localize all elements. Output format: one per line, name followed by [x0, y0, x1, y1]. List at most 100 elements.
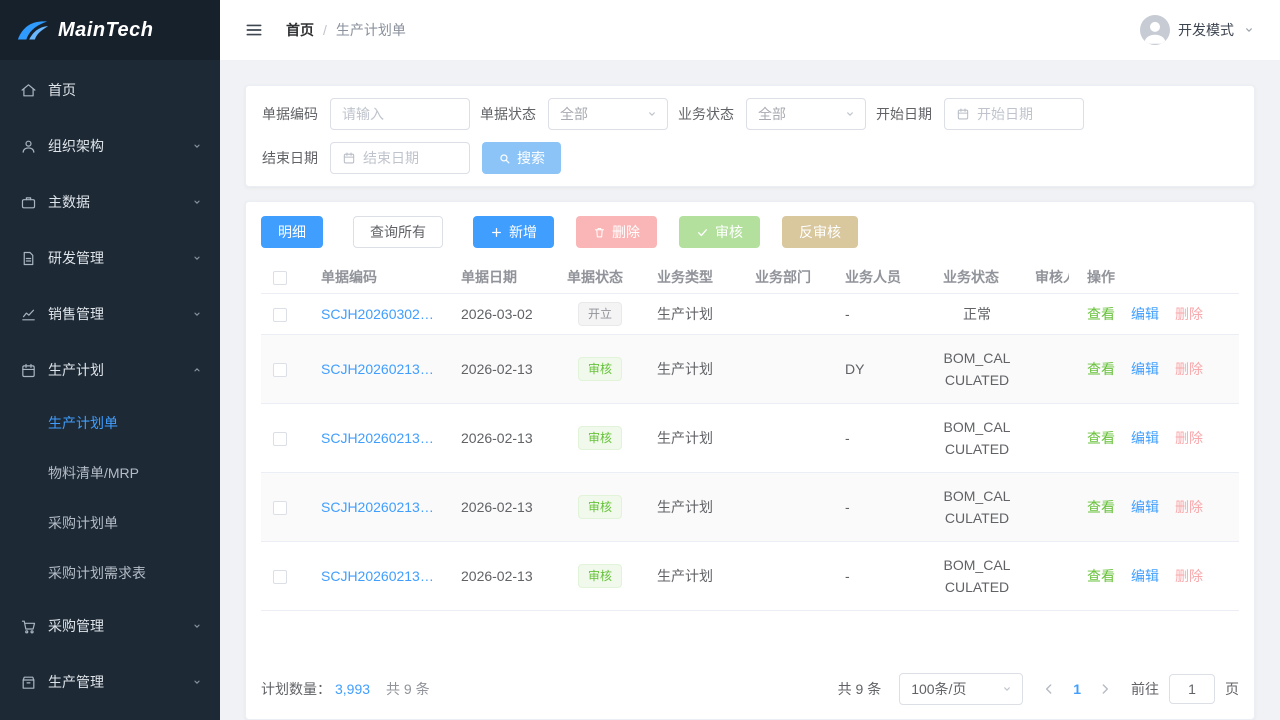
- org-user-icon: [20, 138, 37, 155]
- sidebar-subitem-purchase-plan-order[interactable]: 采购计划单: [0, 498, 220, 548]
- doc-code-link[interactable]: SCJH20260213002: [321, 568, 437, 584]
- breadcrumb-home[interactable]: 首页: [286, 20, 314, 40]
- chevron-down-icon: [190, 195, 204, 209]
- query-all-button[interactable]: 查询所有: [353, 216, 443, 248]
- view-link[interactable]: 查看: [1087, 306, 1115, 322]
- doc-code-link[interactable]: SCJH20260213003: [321, 499, 437, 515]
- edit-link[interactable]: 编辑: [1131, 306, 1159, 322]
- delete-link[interactable]: 删除: [1175, 430, 1203, 446]
- reverse-audit-button[interactable]: 反审核: [782, 216, 858, 248]
- doc-code-link[interactable]: SCJH20260302001: [321, 306, 437, 322]
- doc-status-select[interactable]: 全部: [548, 98, 668, 130]
- doc-status-label: 单据状态: [480, 104, 536, 124]
- edit-link[interactable]: 编辑: [1131, 361, 1159, 377]
- end-date-input[interactable]: 结束日期: [330, 142, 470, 174]
- end-date-label: 结束日期: [262, 148, 318, 168]
- chevron-down-icon: [1000, 682, 1014, 696]
- sub-item-label: 采购计划需求表: [48, 563, 146, 583]
- col-header-doc-date: 单据日期: [449, 261, 555, 294]
- box-icon: [20, 674, 37, 691]
- view-link[interactable]: 查看: [1087, 430, 1115, 446]
- sidebar-subitem-bom-mrp[interactable]: 物料清单/MRP: [0, 448, 220, 498]
- sidebar-item-organization[interactable]: 组织架构: [0, 118, 220, 174]
- sub-item-label: 采购计划单: [48, 513, 118, 533]
- row-checkbox[interactable]: [273, 363, 287, 377]
- add-button[interactable]: 新增: [473, 216, 554, 248]
- chevron-down-icon: [843, 107, 857, 121]
- sidebar-item-label: 首页: [48, 80, 204, 100]
- total-count-right: 共 9 条: [838, 679, 882, 699]
- user-icon: [1140, 15, 1170, 45]
- filter-panel: 单据编码 单据状态 全部 业务状态 全部: [245, 85, 1255, 187]
- goto-page-input[interactable]: [1169, 674, 1215, 704]
- sidebar-item-sales-management[interactable]: 销售管理: [0, 286, 220, 342]
- biz-status-select-value: 全部: [758, 104, 786, 124]
- sidebar-subitem-purchase-plan-demand[interactable]: 采购计划需求表: [0, 548, 220, 598]
- sidebar-subitem-production-plan-order[interactable]: 生产计划单: [0, 398, 220, 448]
- search-button[interactable]: 搜索: [482, 142, 561, 174]
- edit-link[interactable]: 编辑: [1131, 430, 1159, 446]
- sidebar-item-label: 销售管理: [48, 304, 179, 324]
- sidebar-item-label: 生产计划: [48, 360, 179, 380]
- sidebar-item-home[interactable]: 首页: [0, 62, 220, 118]
- biz-status: 正常: [931, 294, 1023, 335]
- sidebar-item-rd-management[interactable]: 研发管理: [0, 230, 220, 286]
- row-checkbox[interactable]: [273, 570, 287, 584]
- content: 单据编码 单据状态 全部 业务状态 全部: [220, 60, 1280, 720]
- delete-button[interactable]: 删除: [576, 216, 657, 248]
- view-link[interactable]: 查看: [1087, 499, 1115, 515]
- doc-code-label: 单据编码: [262, 104, 318, 124]
- doc-code-link[interactable]: SCJH20260213005: [321, 361, 437, 377]
- delete-link[interactable]: 删除: [1175, 306, 1203, 322]
- biz-type: 生产计划: [645, 473, 743, 542]
- audit-button[interactable]: 审核: [679, 216, 760, 248]
- filter-row-2: 结束日期 结束日期 搜索: [262, 142, 1238, 174]
- view-link[interactable]: 查看: [1087, 568, 1115, 584]
- row-checkbox[interactable]: [273, 432, 287, 446]
- select-all-checkbox[interactable]: [273, 271, 287, 285]
- biz-person: -: [833, 294, 931, 335]
- table-row: SCJH20260213002 2026-02-13 审核 生产计划 - BOM…: [261, 542, 1239, 611]
- home-icon: [20, 82, 37, 99]
- table-panel: 明细 查询所有 新增 删除 审核 反审核: [245, 201, 1255, 720]
- chevron-down-icon: [645, 107, 659, 121]
- edit-link[interactable]: 编辑: [1131, 568, 1159, 584]
- detail-button[interactable]: 明细: [261, 216, 323, 248]
- delete-link[interactable]: 删除: [1175, 361, 1203, 377]
- biz-status: BOM_CALCULATED: [931, 542, 1023, 611]
- sidebar-menu: 首页 组织架构 主数据 研发管理 销售管理: [0, 60, 220, 710]
- hamburger-icon[interactable]: [244, 20, 264, 40]
- sidebar-item-purchase-management[interactable]: 采购管理: [0, 598, 220, 654]
- doc-status-tag: 审核: [578, 357, 622, 381]
- user-menu[interactable]: 开发模式: [1140, 15, 1256, 45]
- logo-text: MainTech: [58, 19, 154, 42]
- trash-icon: [593, 226, 606, 239]
- select-all-cell: [261, 261, 309, 294]
- chevron-down-icon: [190, 619, 204, 633]
- doc-code-link[interactable]: SCJH20260213004: [321, 430, 437, 446]
- next-page-icon[interactable]: [1097, 681, 1113, 697]
- biz-status-select[interactable]: 全部: [746, 98, 866, 130]
- col-header-biz-type: 业务类型: [645, 261, 743, 294]
- sidebar-item-production-management[interactable]: 生产管理: [0, 654, 220, 710]
- chevron-down-icon: [190, 251, 204, 265]
- col-header-auditor: 审核人: [1023, 261, 1069, 294]
- sidebar: MainTech 首页 组织架构 主数据 研发管理: [0, 0, 220, 720]
- row-checkbox[interactable]: [273, 501, 287, 515]
- delete-link[interactable]: 删除: [1175, 499, 1203, 515]
- page-size-select[interactable]: 100条/页: [899, 673, 1023, 705]
- prev-page-icon[interactable]: [1041, 681, 1057, 697]
- biz-dept: [743, 542, 833, 611]
- sidebar-item-master-data[interactable]: 主数据: [0, 174, 220, 230]
- edit-link[interactable]: 编辑: [1131, 499, 1159, 515]
- user-mode-label: 开发模式: [1178, 20, 1234, 40]
- biz-type: 生产计划: [645, 404, 743, 473]
- start-date-input[interactable]: 开始日期: [944, 98, 1084, 130]
- logo-swoosh-icon: [16, 17, 50, 43]
- view-link[interactable]: 查看: [1087, 361, 1115, 377]
- row-checkbox[interactable]: [273, 308, 287, 322]
- current-page[interactable]: 1: [1073, 681, 1081, 697]
- sidebar-item-production-plan[interactable]: 生产计划: [0, 342, 220, 398]
- delete-link[interactable]: 删除: [1175, 568, 1203, 584]
- doc-code-input[interactable]: [330, 98, 470, 130]
